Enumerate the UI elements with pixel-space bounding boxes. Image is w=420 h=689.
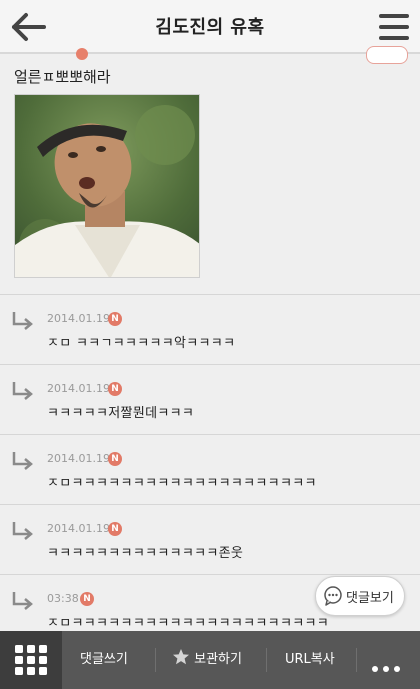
comment-item: 2014.01.19 N ㅈㅁ ㅋㅋㄱㅋㅋㅋㅋㅋ악ㅋㅋㅋㅋ (0, 294, 420, 364)
write-comment-button[interactable]: 댓글쓰기 (80, 631, 128, 689)
view-comments-label: 댓글보기 (346, 591, 394, 606)
reply-arrow-icon (10, 450, 36, 472)
pill-button[interactable] (366, 46, 408, 64)
comment-text: ㅈㅁㅋㅋㅋㅋㅋㅋㅋㅋㅋㅋㅋㅋㅋㅋㅋㅋㅋㅋㅋㅋ (47, 476, 317, 491)
more-options-icon[interactable] (372, 657, 405, 676)
comment-text: ㅈㅁㅋㅋㅋㅋㅋㅋㅋㅋㅋㅋㅋㅋㅋㅋㅋㅋㅋㅋㅋㅋㅋ (47, 616, 329, 631)
view-comments-button[interactable]: 댓글보기 (315, 576, 405, 616)
comment-text: ㅋㅋㅋㅋㅋ저짤뭔데ㅋㅋㅋ (47, 406, 195, 421)
page-title: 김도진의 유혹 (155, 17, 265, 38)
comment-item: 2014.01.19 N ㅈㅁㅋㅋㅋㅋㅋㅋㅋㅋㅋㅋㅋㅋㅋㅋㅋㅋㅋㅋㅋㅋ (0, 434, 420, 504)
post-body: 얼른ㅍ뽀뽀해라 (0, 46, 420, 294)
new-badge: N (108, 382, 122, 396)
star-icon (173, 649, 189, 665)
post-text: 얼른ㅍ뽀뽀해라 (14, 68, 111, 86)
copy-url-button[interactable]: URL복사 (285, 631, 335, 689)
app-header: 김도진의 유혹 (0, 0, 420, 54)
bookmark-label: 보관하기 (194, 652, 242, 667)
grid-menu-icon[interactable] (0, 631, 62, 689)
reply-arrow-icon (10, 310, 36, 332)
new-badge: N (108, 312, 122, 326)
separator (356, 648, 357, 672)
comment-date: 2014.01.19 (47, 382, 110, 395)
comment-item: 2014.01.19 N ㅋㅋㅋㅋㅋㅋㅋㅋㅋㅋㅋㅋㅋㅋ존웃 (0, 504, 420, 574)
comment-text: ㅋㅋㅋㅋㅋㅋㅋㅋㅋㅋㅋㅋㅋㅋ존웃 (47, 546, 244, 561)
reply-arrow-icon (10, 380, 36, 402)
separator (266, 648, 267, 672)
bookmark-button[interactable]: 보관하기 (172, 631, 242, 689)
comment-text: ㅈㅁ ㅋㅋㄱㅋㅋㅋㅋㅋ악ㅋㅋㅋㅋ (47, 336, 236, 351)
comment-date: 2014.01.19 (47, 522, 110, 535)
reply-arrow-icon (10, 590, 36, 612)
comment-date: 2014.01.19 (47, 452, 110, 465)
new-badge (76, 48, 88, 60)
speech-bubble-icon (323, 586, 343, 606)
separator (155, 648, 156, 672)
comment-date: 03:38 (47, 592, 79, 605)
comment-item: 2014.01.19 N ㅋㅋㅋㅋㅋ저짤뭔데ㅋㅋㅋ (0, 364, 420, 434)
new-badge: N (108, 452, 122, 466)
post-image[interactable] (14, 94, 200, 278)
comment-date: 2014.01.19 (47, 312, 110, 325)
reply-arrow-icon (10, 520, 36, 542)
new-badge: N (80, 592, 94, 606)
hamburger-menu-icon[interactable] (378, 12, 410, 42)
new-badge: N (108, 522, 122, 536)
bottom-toolbar: 댓글쓰기 보관하기 URL복사 (0, 631, 420, 689)
